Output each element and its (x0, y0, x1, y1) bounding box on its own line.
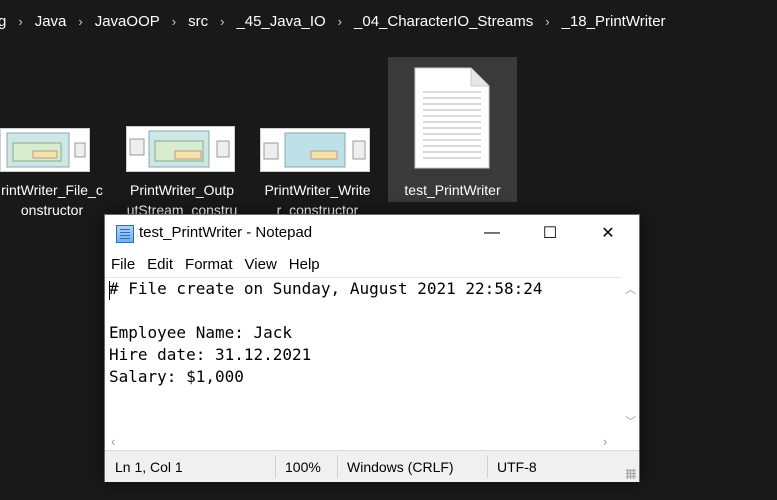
file-item[interactable]: rintWriter_File_c onstructor (0, 42, 114, 222)
vertical-scrollbar[interactable]: ︿ ﹀ (621, 277, 639, 432)
notepad-window[interactable]: test_PrintWriter - Notepad — ☐ ✕ File Ed… (104, 214, 640, 482)
chevron-right-icon[interactable]: › (537, 14, 557, 29)
status-divider (337, 455, 338, 478)
close-button[interactable]: ✕ (585, 215, 631, 251)
chevron-right-icon[interactable]: › (330, 14, 350, 29)
scrollbar-corner (621, 432, 639, 450)
chevron-right-icon[interactable]: › (70, 14, 90, 29)
line-ending: Windows (CRLF) (347, 459, 454, 475)
resize-grip-icon[interactable] (626, 469, 636, 479)
breadcrumb-item[interactable]: Java (31, 13, 71, 30)
text-editor[interactable]: # File create on Sunday, August 2021 22:… (105, 277, 621, 433)
editor-content[interactable]: # File create on Sunday, August 2021 22:… (105, 278, 621, 388)
file-name: PrintWriter_Outp (130, 182, 234, 198)
menu-edit[interactable]: Edit (141, 256, 179, 273)
menu-help[interactable]: Help (283, 256, 326, 273)
maximize-button[interactable]: ☐ (527, 215, 573, 251)
file-item[interactable]: PrintWriter_Write r_constructor (254, 42, 381, 222)
file-name: PrintWriter_Write (264, 182, 371, 198)
file-item-selected[interactable]: test_PrintWriter (388, 57, 517, 202)
file-item[interactable]: PrintWriter_Outp utStream_constru (120, 42, 244, 222)
chevron-right-icon[interactable]: › (10, 14, 30, 29)
diagram-thumbnail-icon (0, 128, 90, 172)
diagram-thumbnail-icon (260, 128, 370, 172)
menu-bar: File Edit Format View Help (105, 251, 639, 277)
status-bar: Ln 1, Col 1 100% Windows (CRLF) UTF-8 (105, 450, 639, 482)
notepad-icon (116, 225, 134, 243)
breadcrumb: g › Java › JavaOOP › src › _45_Java_IO ›… (0, 0, 670, 42)
status-divider (487, 455, 488, 478)
encoding: UTF-8 (497, 459, 537, 475)
breadcrumb-item[interactable]: src (184, 13, 212, 30)
menu-format[interactable]: Format (179, 256, 239, 273)
breadcrumb-item[interactable]: g (0, 13, 10, 30)
scroll-left-icon[interactable]: ‹ (111, 434, 115, 449)
file-name: rintWriter_File_c (1, 182, 103, 198)
breadcrumb-item[interactable]: JavaOOP (91, 13, 164, 30)
menu-file[interactable]: File (105, 256, 141, 273)
diagram-thumbnail-icon (126, 126, 235, 172)
horizontal-scrollbar[interactable]: ‹ › (105, 432, 621, 450)
breadcrumb-item[interactable]: _04_CharacterIO_Streams (350, 13, 537, 30)
scroll-right-icon[interactable]: › (603, 434, 607, 449)
scroll-down-icon[interactable]: ﹀ (625, 413, 636, 429)
file-name: onstructor (20, 202, 84, 218)
text-document-icon (413, 66, 491, 170)
menu-view[interactable]: View (239, 256, 283, 273)
text-caret (109, 281, 110, 300)
title-bar[interactable]: test_PrintWriter - Notepad — ☐ ✕ (105, 215, 639, 251)
cursor-position: Ln 1, Col 1 (115, 459, 183, 475)
breadcrumb-item[interactable]: _45_Java_IO (232, 13, 329, 30)
file-name: test_PrintWriter (404, 182, 501, 198)
breadcrumb-item[interactable]: _18_PrintWriter (558, 13, 670, 30)
window-title: test_PrintWriter - Notepad (139, 224, 313, 241)
minimize-button[interactable]: — (469, 215, 515, 251)
address-bar[interactable]: g › Java › JavaOOP › src › _45_Java_IO ›… (0, 0, 777, 43)
zoom-level: 100% (285, 459, 321, 475)
status-divider (275, 455, 276, 478)
scroll-up-icon[interactable]: ︿ (625, 281, 636, 297)
chevron-right-icon[interactable]: › (212, 14, 232, 29)
chevron-right-icon[interactable]: › (164, 14, 184, 29)
